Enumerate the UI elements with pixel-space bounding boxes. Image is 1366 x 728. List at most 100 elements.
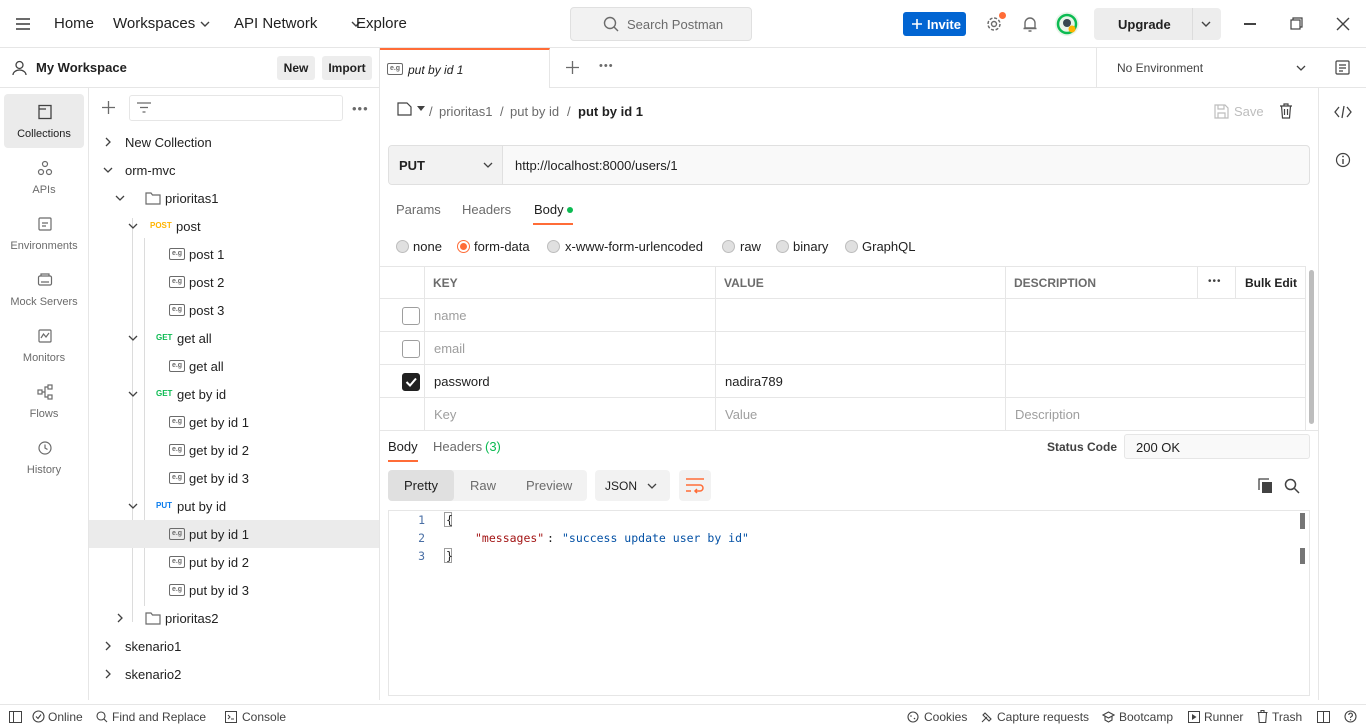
nav-explore[interactable]: Explore: [356, 15, 407, 32]
search-box[interactable]: Search Postman: [570, 7, 752, 41]
filter-input[interactable]: [129, 95, 343, 121]
status-online[interactable]: Online: [48, 710, 83, 724]
tree-item-example[interactable]: e.g get by id 2: [89, 436, 379, 464]
tree-item-example-selected[interactable]: e.g put by id 1: [89, 520, 379, 548]
add-icon[interactable]: [102, 101, 115, 114]
tree-item-orm-mvc[interactable]: orm-mvc: [89, 156, 379, 184]
rail-history[interactable]: History: [4, 430, 84, 484]
chevron-down-icon[interactable]: [128, 501, 138, 511]
restore-window-icon[interactable]: [1290, 17, 1303, 30]
info-icon[interactable]: [1335, 152, 1351, 168]
view-pretty[interactable]: Pretty: [404, 478, 438, 493]
format-select[interactable]: JSON: [595, 470, 670, 501]
url-input[interactable]: http://localhost:8000/users/1: [515, 158, 678, 173]
key-cell[interactable]: name: [434, 308, 467, 323]
chevron-down-icon[interactable]: [128, 221, 138, 231]
rail-flows[interactable]: Flows: [4, 374, 84, 428]
table-scrollbar[interactable]: [1309, 270, 1314, 424]
table-more-options-icon[interactable]: •••: [1208, 276, 1222, 287]
invite-button[interactable]: Invite: [903, 12, 966, 36]
key-placeholder[interactable]: Key: [434, 407, 456, 422]
new-button[interactable]: New: [277, 56, 315, 80]
chevron-right-icon[interactable]: [103, 137, 113, 147]
view-preview[interactable]: Preview: [526, 478, 572, 493]
chevron-down-icon[interactable]: [115, 193, 125, 203]
row-checkbox-checked[interactable]: [402, 373, 420, 391]
chevron-down-icon[interactable]: [1201, 19, 1211, 29]
radio-graphql[interactable]: [845, 240, 858, 253]
tree-item-example[interactable]: e.g get all: [89, 352, 379, 380]
help-icon[interactable]: [1344, 710, 1357, 723]
tab-put-by-id-1[interactable]: e.g put by id 1: [380, 48, 550, 88]
response-tab-body[interactable]: Body: [388, 439, 418, 454]
nav-api-network[interactable]: API Network: [234, 15, 317, 32]
close-window-icon[interactable]: [1336, 17, 1350, 31]
chevron-down-icon[interactable]: [128, 333, 138, 343]
response-body-editor[interactable]: 1 2 3 { "messages" : "success update use…: [388, 510, 1310, 696]
status-bootcamp[interactable]: Bootcamp: [1119, 710, 1173, 724]
chevron-down-icon[interactable]: [200, 19, 210, 29]
chevron-right-icon[interactable]: [103, 669, 113, 679]
two-pane-view-icon[interactable]: [1317, 711, 1330, 723]
breadcrumb-put-by-id[interactable]: put by id: [510, 104, 559, 119]
tree-item-folder-prioritas2[interactable]: prioritas2: [89, 604, 379, 632]
new-tab-icon[interactable]: [566, 61, 579, 74]
search-icon[interactable]: [1284, 478, 1300, 494]
chevron-right-icon[interactable]: [115, 613, 125, 623]
key-cell[interactable]: password: [434, 374, 490, 389]
breadcrumb-prioritas1[interactable]: prioritas1: [439, 104, 492, 119]
breadcrumb-current[interactable]: put by id 1: [578, 104, 643, 119]
status-runner[interactable]: Runner: [1204, 710, 1243, 724]
status-cookies[interactable]: Cookies: [924, 710, 967, 724]
chevron-right-icon[interactable]: [103, 641, 113, 651]
tree-item-example[interactable]: e.g post 3: [89, 296, 379, 324]
radio-urlencoded[interactable]: [547, 240, 560, 253]
hamburger-menu-icon[interactable]: [16, 18, 30, 30]
key-cell[interactable]: email: [434, 341, 465, 356]
radio-form-data[interactable]: [457, 240, 470, 253]
workspace-name[interactable]: My Workspace: [36, 60, 127, 75]
tree-item-example[interactable]: e.g post 1: [89, 240, 379, 268]
rail-environments[interactable]: Environments: [4, 206, 84, 260]
row-checkbox[interactable]: [402, 340, 420, 358]
view-raw[interactable]: Raw: [470, 478, 496, 493]
more-options-icon[interactable]: •••: [352, 101, 369, 116]
trash-icon[interactable]: [1279, 103, 1293, 119]
tree-item-example[interactable]: e.g put by id 2: [89, 548, 379, 576]
response-tab-headers[interactable]: Headers: [433, 439, 482, 454]
radio-binary[interactable]: [776, 240, 789, 253]
radio-raw[interactable]: [722, 240, 735, 253]
environment-select[interactable]: No Environment: [1096, 48, 1318, 88]
rail-mock-servers[interactable]: Mock Servers: [4, 262, 84, 316]
tree-item-folder-prioritas1[interactable]: prioritas1: [89, 184, 379, 212]
editor-scrollbar[interactable]: [1300, 513, 1305, 529]
tree-item-example[interactable]: e.g post 2: [89, 268, 379, 296]
toggle-sidebar-icon[interactable]: [9, 711, 22, 723]
tree-item-get-by-id[interactable]: GET get by id: [89, 380, 379, 408]
tree-item-post[interactable]: POST post: [89, 212, 379, 240]
code-icon[interactable]: [1334, 105, 1352, 119]
import-button[interactable]: Import: [322, 56, 372, 80]
tree-item-new-collection[interactable]: New Collection: [89, 128, 379, 156]
status-find-and-replace[interactable]: Find and Replace: [112, 710, 206, 724]
row-checkbox[interactable]: [402, 307, 420, 325]
tree-item-skenario2[interactable]: skenario2: [89, 660, 379, 688]
status-capture-requests[interactable]: Capture requests: [997, 710, 1089, 724]
tree-item-example[interactable]: e.g put by id 3: [89, 576, 379, 604]
tree-item-example[interactable]: e.g get by id 1: [89, 408, 379, 436]
status-trash[interactable]: Trash: [1272, 710, 1302, 724]
bulk-edit-link[interactable]: Bulk Edit: [1245, 276, 1297, 290]
avatar[interactable]: [1055, 12, 1079, 36]
nav-home[interactable]: Home: [54, 15, 94, 32]
tree-item-skenario1[interactable]: skenario1: [89, 632, 379, 660]
tab-more-options-icon[interactable]: •••: [599, 60, 614, 72]
value-cell[interactable]: nadira789: [725, 374, 783, 389]
chevron-down-icon[interactable]: [128, 389, 138, 399]
environment-quick-look-icon[interactable]: [1335, 60, 1350, 75]
rail-apis[interactable]: APIs: [4, 150, 84, 204]
status-console[interactable]: Console: [242, 710, 286, 724]
upgrade-button[interactable]: Upgrade: [1094, 8, 1221, 40]
bell-icon[interactable]: [1022, 15, 1038, 33]
tab-body[interactable]: Body: [534, 202, 564, 217]
nav-workspaces[interactable]: Workspaces: [113, 15, 195, 32]
